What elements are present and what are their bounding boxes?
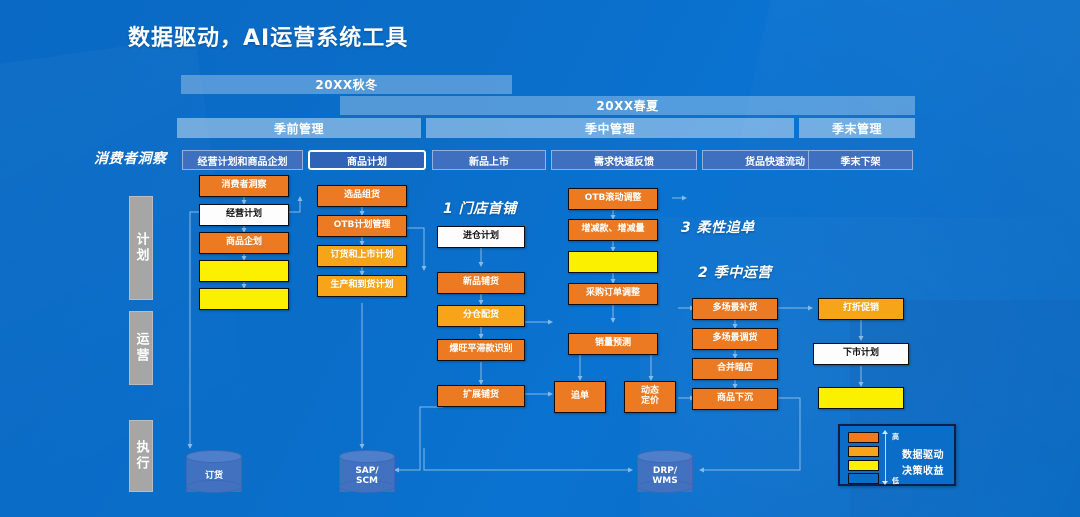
chip-merchandise-plan[interactable]: 商品计划 [308, 150, 426, 170]
process-box-merge-dark-store[interactable]: 合并暗店 [692, 358, 778, 380]
legend-low-label: 低 [892, 477, 899, 485]
process-box-production-and-arrival-plan[interactable]: 生产和到货计划 [317, 275, 407, 297]
system-cylinder-sap-scm[interactable]: SAP/ SCM [339, 450, 395, 498]
process-box-quarterly-plan[interactable]: 季度计划 [199, 260, 289, 282]
section-heading-store-first-stocking: 1 门店首铺 [443, 201, 517, 217]
process-box-new-product-stocking[interactable]: 新品铺货 [437, 272, 525, 294]
stage-label-execution: 执行 [129, 420, 153, 492]
legend-arrow-down-icon [882, 481, 888, 485]
legend-panel: 高 低 数据驱动 决策收益 [838, 424, 956, 486]
process-box-otb-rolling-adjustment[interactable]: OTB滚动调整 [568, 188, 658, 210]
process-box-ordering-and-launch-plan[interactable]: 订货和上市计划 [317, 245, 407, 267]
system-cylinder-label: SAP/ SCM [355, 465, 379, 486]
consumer-insight-label: 消费者洞察 [94, 151, 167, 167]
slide-canvas: 数据驱动，AI运营系统工具 20XX秋冬 20XX春夏 季前管理 季中管理 季末… [0, 0, 1080, 517]
system-cylinder-label: 订货 [204, 470, 223, 481]
section-heading-flexible-reorder: 3 柔性追单 [681, 220, 755, 236]
process-box-warehouse-allocation[interactable]: 分仓配货 [437, 305, 525, 327]
legend-arrow-up-icon [882, 430, 888, 434]
process-box-warehouse-entry-plan[interactable]: 进仓计划 [437, 226, 525, 248]
system-cylinder-drp-wms[interactable]: DRP/ WMS [637, 450, 693, 498]
process-box-product-selection[interactable]: 选品组货 [317, 185, 407, 207]
system-cylinder-label: DRP/ WMS [652, 465, 678, 486]
process-box-purchase-order-adjustment[interactable]: 采购订单调整 [568, 283, 658, 305]
legend-title-line-1: 数据驱动 [902, 450, 944, 461]
process-box-style-and-quantity-adjustment[interactable]: 增减款、增减量 [568, 219, 658, 241]
stage-label-planning: 计划 [129, 196, 153, 300]
process-box-merchandise-planning[interactable]: 商品企划 [199, 232, 289, 254]
phase-bar-pre-season: 季前管理 [177, 118, 421, 138]
process-box-inventory-consolidation[interactable]: 库存整合 [818, 387, 904, 409]
process-box-delisting-plan[interactable]: 下市计划 [813, 343, 909, 365]
process-box-sales-forecast[interactable]: 销量预测 [568, 333, 658, 355]
legend-swatch-amber [848, 446, 879, 457]
season-bar-autumn-winter: 20XX秋冬 [181, 75, 512, 94]
process-box-dynamic-pricing[interactable]: 动态 定价 [624, 381, 676, 413]
phase-bar-in-season: 季中管理 [426, 118, 794, 138]
season-bar-spring-summer: 20XX春夏 [340, 96, 915, 115]
legend-swatch-yellow [848, 460, 879, 471]
legend-axis-line [885, 433, 886, 483]
legend-high-label: 高 [892, 433, 899, 441]
stage-label-operations: 运营 [129, 311, 153, 385]
system-cylinder-ordering[interactable]: 订货 [186, 450, 242, 498]
chip-end-season-delisting[interactable]: 季末下架 [808, 150, 913, 170]
process-box-reorder[interactable]: 追单 [554, 381, 606, 413]
process-box-multi-scenario-transfer[interactable]: 多场景调货 [692, 328, 778, 350]
legend-swatch-blue [848, 473, 879, 484]
process-box-discount-promotion[interactable]: 打折促销 [818, 298, 904, 320]
process-box-hot-slow-item-identification[interactable]: 爆旺平滞款识别 [437, 339, 525, 361]
legend-title-line-2: 决策收益 [902, 466, 944, 477]
section-heading-in-season-operations: 2 季中运营 [698, 265, 772, 281]
process-box-purchase-order-rolling[interactable]: 采购订单滚动 [568, 251, 658, 273]
chip-business-and-merchandise-plan[interactable]: 经营计划和商品企划 [182, 150, 303, 170]
process-box-product-sinking[interactable]: 商品下沉 [692, 388, 778, 410]
process-box-channel-expansion-plan[interactable]: 渠道扩展计划 [199, 288, 289, 310]
process-box-expanded-stocking[interactable]: 扩展铺货 [437, 385, 525, 407]
phase-bar-end-season: 季末管理 [799, 118, 915, 138]
process-box-multi-scenario-replenishment[interactable]: 多场景补货 [692, 298, 778, 320]
legend-swatch-orange [848, 432, 879, 443]
process-box-consumer-insight[interactable]: 消费者洞察 [199, 175, 289, 197]
process-box-business-plan[interactable]: 经营计划 [199, 204, 289, 226]
process-box-otb-plan-management[interactable]: OTB计划管理 [317, 215, 407, 237]
chip-new-product-launch[interactable]: 新品上市 [432, 150, 546, 170]
chip-demand-fast-feedback[interactable]: 需求快速反馈 [551, 150, 697, 170]
page-title: 数据驱动，AI运营系统工具 [128, 26, 409, 51]
